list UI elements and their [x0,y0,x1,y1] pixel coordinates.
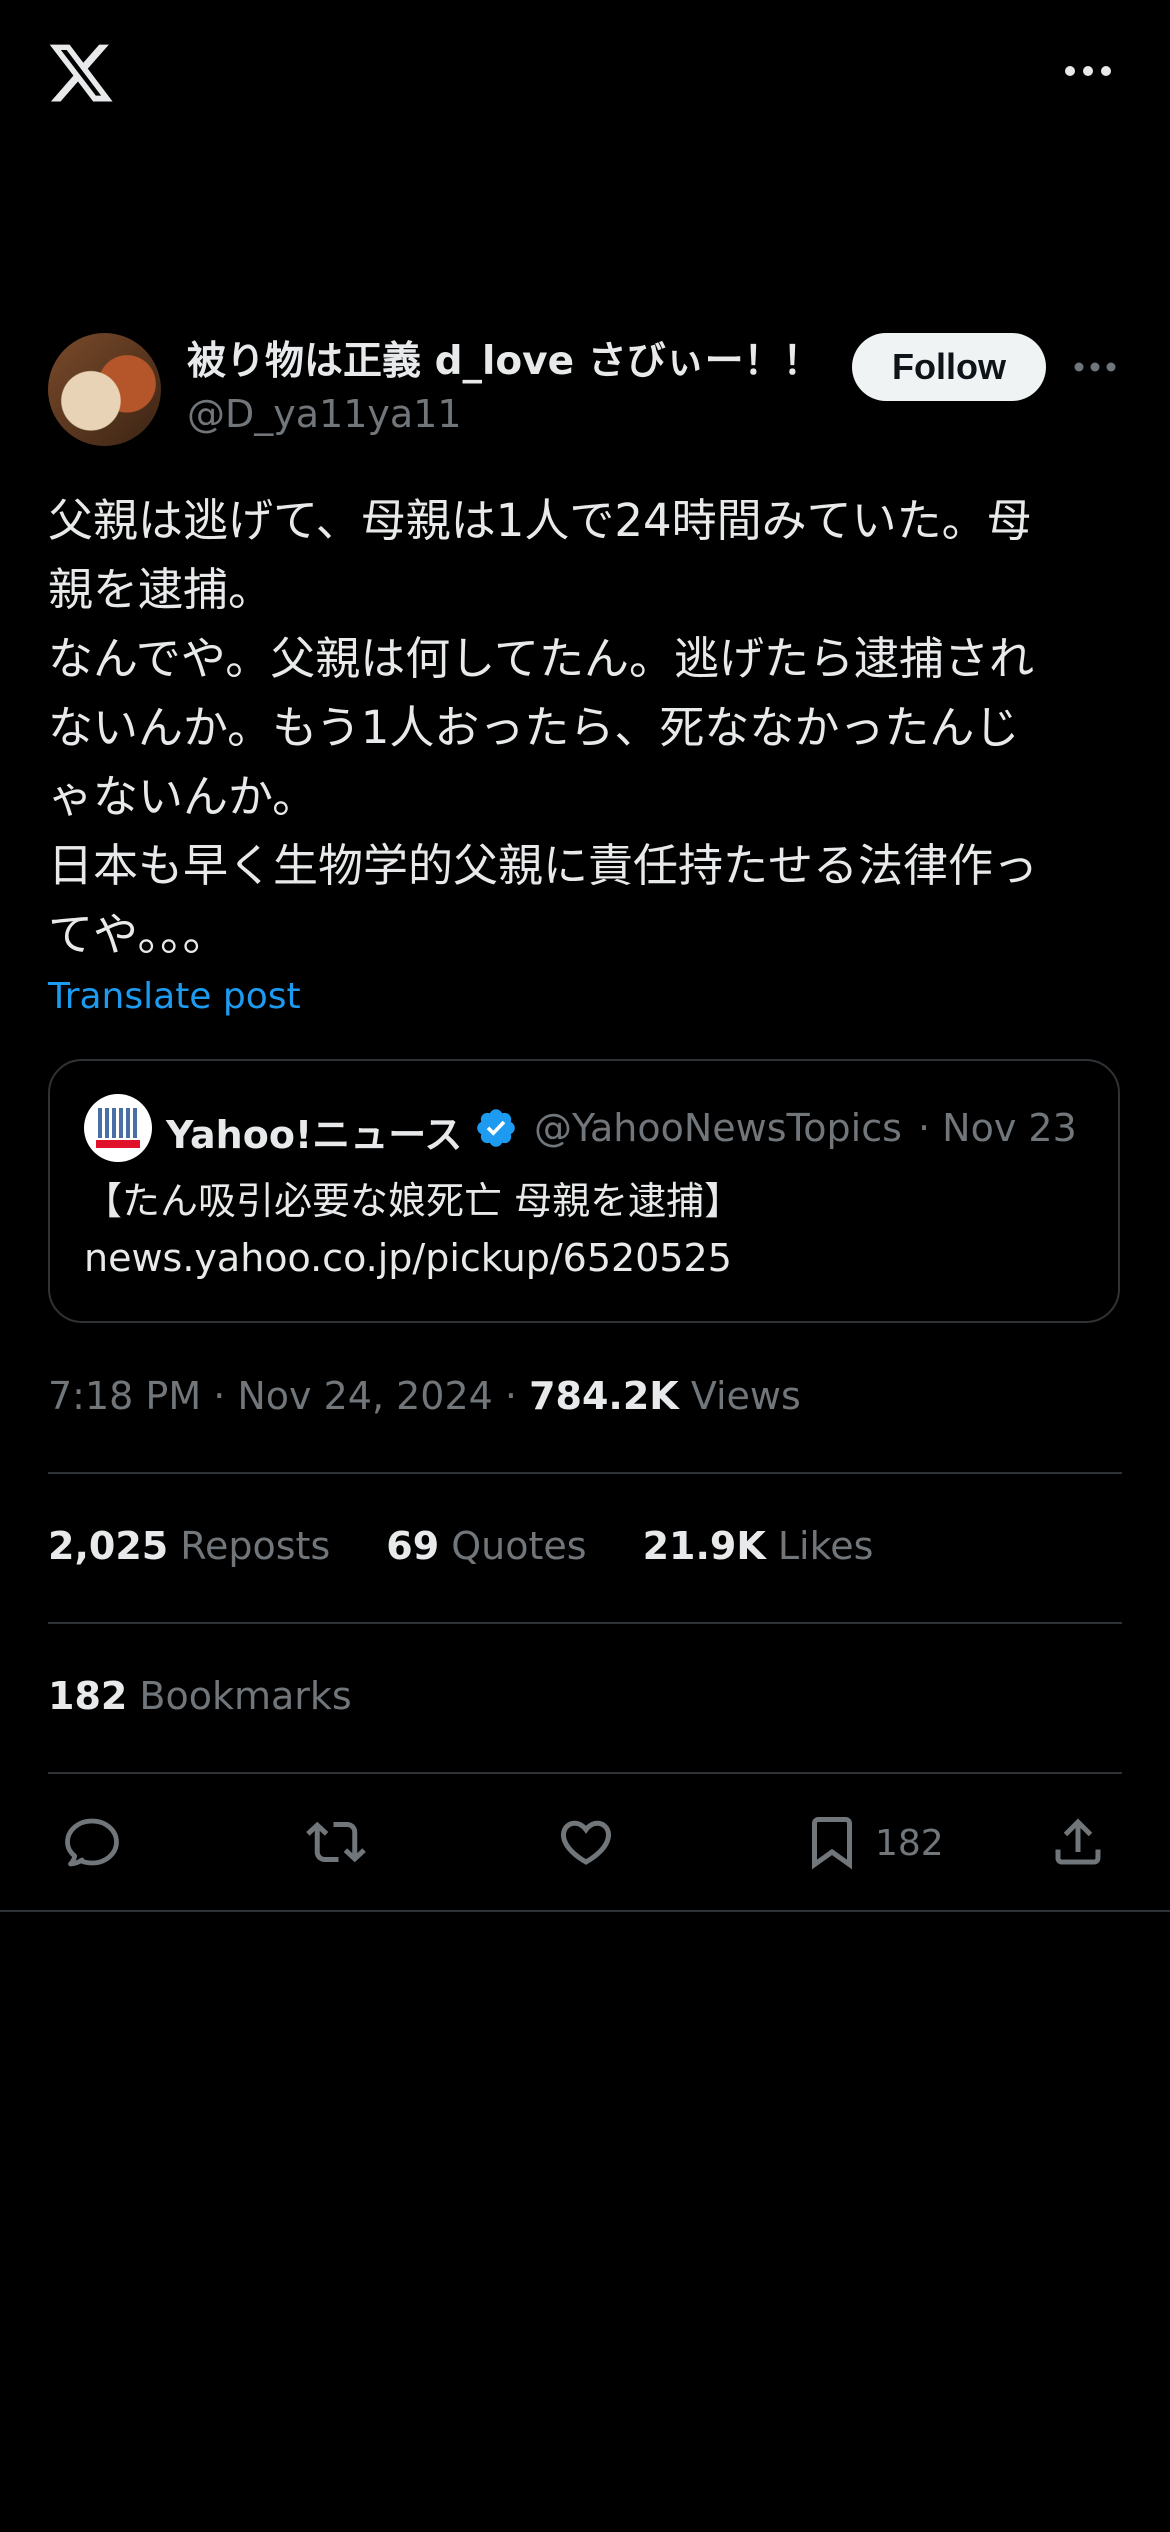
bookmark-icon[interactable] [802,1812,862,1872]
quoted-text: 【たん吸引必要な娘死亡 母親を逮捕】 news.yahoo.co.jp/pick… [84,1179,743,1280]
reposts-stat[interactable]: 2,025 Reposts [48,1524,330,1568]
x-logo-icon[interactable] [46,38,116,108]
divider [48,1472,1122,1474]
more-options-icon[interactable] [1058,56,1118,86]
bookmarks-stat: 182 Bookmarks [48,1674,352,1718]
post-timestamp[interactable]: 7:18 PM · Nov 24, 2024 · [48,1374,529,1418]
bookmarks-label: Bookmarks [139,1674,352,1718]
reply-icon[interactable] [62,1812,122,1872]
heart-icon[interactable] [556,1812,616,1872]
translate-post-link[interactable]: Translate post [48,976,301,1017]
post-text: 父親は逃げて、母親は1人で24時間みていた。母 親を逮捕。 なんでや。父親は何し… [48,494,1039,961]
author-display-name[interactable]: 被り物は正義 d_love さびぃー！！ [187,330,822,386]
divider [48,1622,1122,1624]
follow-button[interactable]: Follow [852,333,1046,401]
repost-icon[interactable] [306,1812,366,1872]
bookmark-count: 182 [875,1823,944,1864]
divider [0,1910,1170,1912]
quotes-stat[interactable]: 69 Quotes [386,1524,586,1568]
likes-stat[interactable]: 21.9K Likes [643,1524,874,1568]
share-icon[interactable] [1048,1812,1108,1872]
quoted-author-handle: @YahooNewsTopics [534,1106,902,1150]
divider [48,1772,1122,1774]
quoted-avatar [84,1094,152,1162]
quoted-date: · Nov 23 [918,1106,1077,1150]
post-more-icon[interactable] [1073,357,1117,377]
views-count: 784.2K [529,1374,679,1418]
bookmarks-count: 182 [48,1674,128,1718]
avatar[interactable] [48,333,161,446]
post-timestamp-views: 7:18 PM · Nov 24, 2024 · 784.2K Views [48,1374,801,1418]
quoted-author-name: Yahoo!ニュース [166,1113,463,1157]
engagement-stats: 2,025 Reposts 69 Quotes 21.9K Likes [48,1524,873,1568]
author-handle[interactable]: @D_ya11ya11 [187,392,462,436]
verified-badge-icon [474,1106,518,1150]
views-label: Views [690,1374,801,1418]
